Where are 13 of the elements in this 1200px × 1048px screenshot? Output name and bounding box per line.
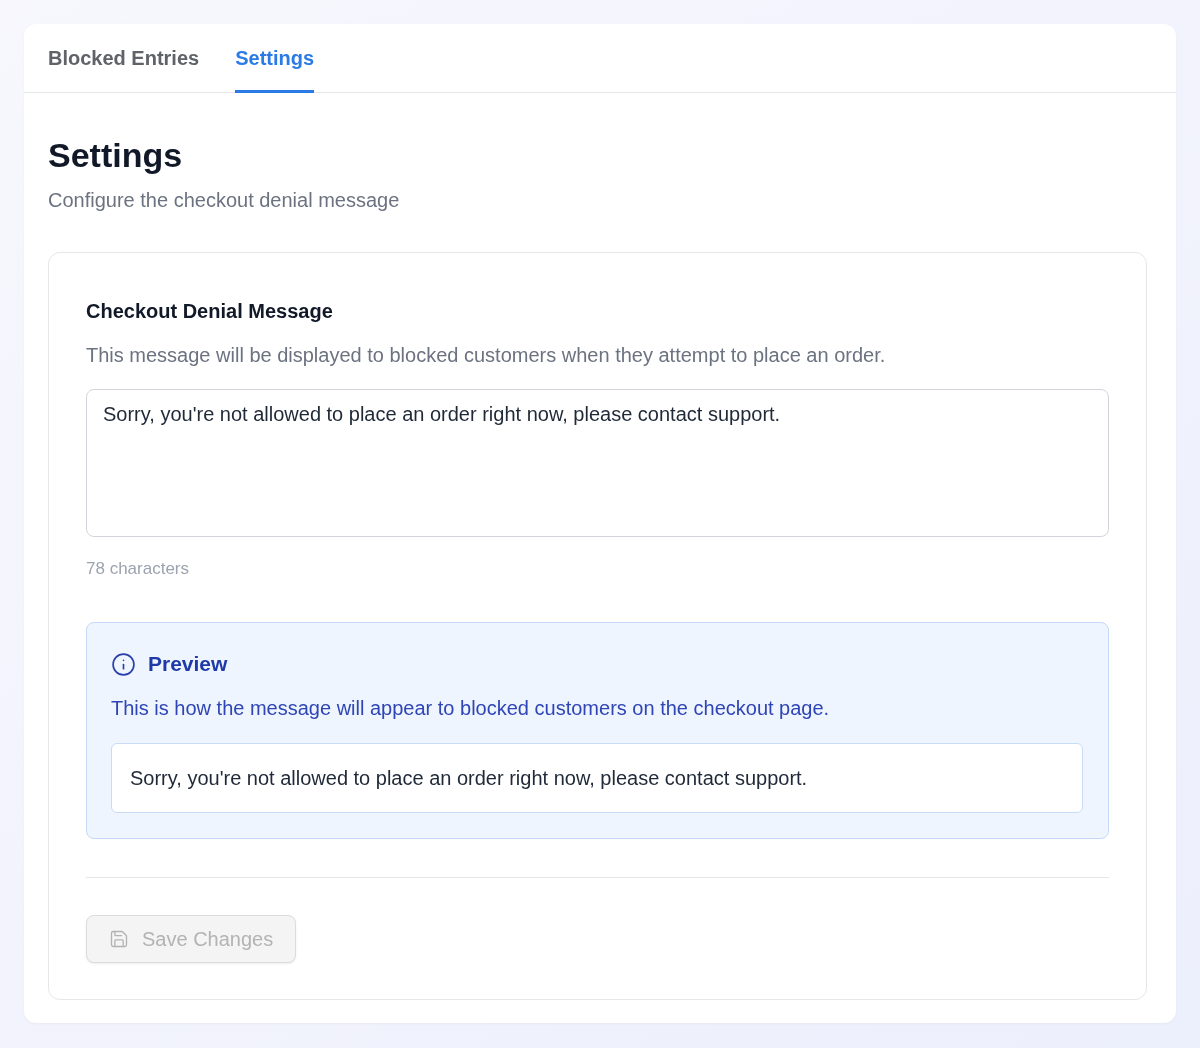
preview-message: Sorry, you're not allowed to place an order right now, please contact support.: [130, 766, 808, 791]
page-subtitle: Configure the checkout denial message: [48, 188, 401, 213]
section-title: Checkout Denial Message: [86, 299, 334, 324]
tab[interactable]: Blocked Entries: [48, 24, 200, 93]
info-icon: [111, 651, 136, 677]
preview-title: Preview: [148, 651, 228, 677]
character-count: 78 characters: [86, 558, 190, 580]
save-icon: [109, 929, 129, 949]
page-title: Settings: [48, 135, 184, 175]
preview-description: This is how the message will appear to blocked customers on the checkout page.: [111, 696, 831, 721]
message-textarea[interactable]: Sorry, you're not allowed to place an order right now, please contact support.: [86, 389, 1109, 537]
section-description: This message will be displayed to blocked customers when they attempt to place an order.: [86, 343, 887, 368]
tab[interactable]: Settings: [235, 24, 315, 93]
